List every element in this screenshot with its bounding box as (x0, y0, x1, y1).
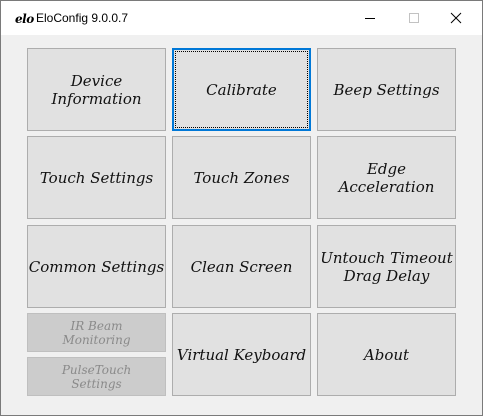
about-label: About (363, 345, 410, 364)
untouch-timeout-button[interactable]: Untouch Timeout Drag Delay (317, 225, 456, 308)
clean-screen-label: Clean Screen (190, 257, 293, 276)
title-bar[interactable]: elo EloConfig 9.0.0.7 (1, 1, 482, 35)
maximize-icon (409, 13, 419, 23)
edge-acceleration-label: Edge Acceleration (338, 159, 435, 196)
minimize-icon (365, 18, 375, 19)
maximize-button[interactable] (393, 1, 439, 35)
common-settings-button[interactable]: Common Settings (27, 225, 166, 308)
calibrate-button[interactable]: Calibrate (172, 48, 311, 131)
touch-settings-button[interactable]: Touch Settings (27, 136, 166, 219)
pulsetouch-settings-button[interactable]: PulseTouch Settings (27, 357, 166, 396)
ir-beam-monitoring-button[interactable]: IR Beam Monitoring (27, 313, 166, 352)
beep-settings-button[interactable]: Beep Settings (317, 48, 456, 131)
elo-logo: elo (15, 12, 34, 26)
beep-settings-label: Beep Settings (333, 80, 440, 99)
button-grid: Device Information Calibrate Beep Settin… (9, 36, 474, 407)
edge-acceleration-button[interactable]: Edge Acceleration (317, 136, 456, 219)
common-settings-label: Common Settings (28, 257, 165, 276)
clean-screen-button[interactable]: Clean Screen (172, 225, 311, 308)
virtual-keyboard-button[interactable]: Virtual Keyboard (172, 313, 311, 396)
touch-zones-button[interactable]: Touch Zones (172, 136, 311, 219)
untouch-timeout-label: Untouch Timeout Drag Delay (320, 248, 453, 285)
touch-zones-label: Touch Zones (193, 168, 290, 187)
device-information-label: Device Information (51, 71, 142, 108)
minimize-button[interactable] (347, 1, 393, 35)
close-button[interactable] (436, 1, 482, 35)
touch-settings-label: Touch Settings (39, 168, 154, 187)
eloconfig-window: elo EloConfig 9.0.0.7 Device Information… (0, 0, 483, 416)
calibrate-label: Calibrate (206, 80, 277, 99)
ir-beam-monitoring-label: IR Beam Monitoring (62, 318, 131, 347)
about-button[interactable]: About (317, 313, 456, 396)
close-icon (450, 12, 462, 24)
pulsetouch-settings-label: PulseTouch Settings (61, 362, 132, 391)
window-title: EloConfig 9.0.0.7 (36, 11, 129, 25)
virtual-keyboard-label: Virtual Keyboard (176, 345, 307, 364)
device-information-button[interactable]: Device Information (27, 48, 166, 131)
